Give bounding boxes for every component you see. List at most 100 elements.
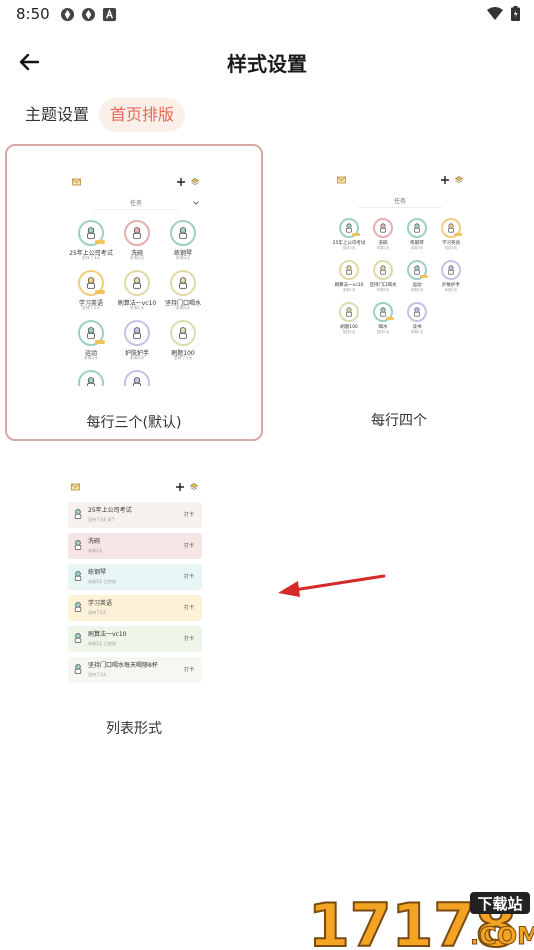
font-notification-icon bbox=[102, 7, 117, 22]
status-time: 8:50 bbox=[16, 5, 50, 23]
habit-icon bbox=[133, 277, 141, 289]
habit-icon bbox=[380, 223, 386, 233]
habit-icon-circle bbox=[441, 218, 462, 238]
list-item-icon bbox=[72, 508, 84, 520]
habit-item: 刷题100 坚持了1天 bbox=[160, 320, 206, 370]
list-item-icon bbox=[72, 632, 84, 644]
habit-icon-circle bbox=[339, 218, 360, 238]
habit-icon bbox=[448, 265, 454, 275]
habit-icon bbox=[179, 227, 187, 239]
habit-icon bbox=[346, 307, 352, 317]
habit-icon-circle bbox=[407, 218, 427, 238]
habit-icon-circle bbox=[407, 260, 428, 280]
habit-item: 读书 本周1天 bbox=[400, 302, 434, 344]
habit-icon bbox=[74, 602, 82, 612]
habit-item: 学习英语 坚持5天 bbox=[434, 218, 468, 260]
habit-icon bbox=[414, 307, 420, 317]
streak-badge bbox=[352, 232, 360, 236]
list-preview: 25年上公司考试 坚持了3天 8/7 打卡 洗碗 本周1天 打卡 练钢琴 本周3天 已完成 打卡… bbox=[68, 476, 202, 691]
app-notification-icon bbox=[81, 7, 96, 22]
pointer-arrow-annotation bbox=[278, 574, 386, 597]
plus-icon bbox=[177, 178, 185, 186]
habit-icon bbox=[414, 265, 420, 275]
battery-icon bbox=[511, 6, 520, 21]
list-item-name: 刷算法一vc10 bbox=[88, 631, 127, 638]
list-item-name: 练钢琴 bbox=[88, 569, 107, 576]
list-item-progress: 坚持了3天 bbox=[88, 672, 107, 677]
list-item-name: 学习英语 bbox=[88, 600, 113, 607]
habit-icon bbox=[179, 277, 187, 289]
habit-icon bbox=[87, 327, 95, 339]
plus-icon bbox=[441, 176, 449, 184]
list-item-name: 坚持门口喝水每天喝够8杯 bbox=[88, 662, 158, 669]
streak-badge bbox=[94, 339, 105, 344]
streak-badge bbox=[94, 289, 105, 294]
habit-icon bbox=[346, 223, 352, 233]
habit-item: 护肤护手 本周1天 bbox=[434, 260, 468, 302]
habit-progress: 本周3天 bbox=[175, 255, 191, 260]
list-item: 坚持门口喝水每天喝够8杯 坚持了3天 打卡 bbox=[68, 657, 202, 683]
layers-icon bbox=[455, 176, 463, 183]
habit-item bbox=[114, 370, 160, 386]
list-item: 练钢琴本周3天 已完成 打卡 bbox=[68, 564, 202, 590]
list-item-name: 25年上公司考试 bbox=[88, 507, 132, 514]
mail-icon bbox=[72, 178, 81, 186]
list-item-progress: 本周1天 已完成 bbox=[88, 641, 116, 646]
list-item-progress: 坚持了3天 8/7 bbox=[88, 517, 115, 522]
habit-item bbox=[68, 370, 114, 386]
streak-badge bbox=[454, 232, 462, 236]
mail-icon bbox=[337, 176, 346, 184]
list-item-punch-label: 打卡 bbox=[183, 636, 194, 642]
preview-selector: 任务 bbox=[358, 196, 442, 208]
habit-icon-circle bbox=[170, 270, 196, 296]
layers-icon bbox=[191, 178, 199, 185]
habit-progress: 坚持了1天 bbox=[173, 355, 193, 360]
layout-label-four: 每行四个 bbox=[371, 413, 427, 429]
layout-option-four-per-row[interactable]: 任务 25年上公司考试 坚持7天 洗碗 本周1天 练钢琴 本周3天 学习英语 坚持5天 刷算法一… bbox=[270, 144, 528, 441]
svg-text:.COM: .COM bbox=[470, 922, 534, 950]
habit-progress: 本周3天 bbox=[175, 305, 191, 310]
habit-icon bbox=[74, 664, 82, 674]
habit-item: 练钢琴 本周3天 bbox=[160, 220, 206, 270]
habit-progress: 本周1天 bbox=[444, 287, 458, 292]
habit-icon bbox=[179, 327, 187, 339]
habit-icon bbox=[380, 265, 386, 275]
four-per-row-preview: 任务 25年上公司考试 坚持7天 洗碗 本周1天 练钢琴 本周3天 学习英语 坚持5天 刷算法一… bbox=[330, 166, 470, 356]
page-title: 样式设置 bbox=[227, 52, 307, 76]
list-item-progress: 坚持了5天 bbox=[88, 610, 107, 615]
list-item-progress: 本周1天 bbox=[88, 548, 103, 553]
habit-item: 运动 本周1天 bbox=[400, 260, 434, 302]
list-item-punch-label: 打卡 bbox=[183, 574, 194, 580]
habit-item: 洗碗 本周1天 bbox=[366, 218, 400, 260]
list-item: 洗碗 本周1天 打卡 bbox=[68, 533, 202, 559]
layout-label-three: 每行三个(默认) bbox=[86, 415, 182, 431]
habit-item: 坚持门口喝水 本周3天 bbox=[366, 260, 400, 302]
habit-icon bbox=[74, 633, 82, 643]
habit-icon-circle bbox=[373, 260, 393, 280]
list-item: 学习英语 坚持了5天 打卡 bbox=[68, 595, 202, 621]
habit-icon-circle bbox=[124, 320, 150, 346]
habit-item: 学习英语 坚持了5天 bbox=[68, 270, 114, 320]
habit-icon bbox=[133, 327, 141, 339]
habit-progress: 本周1天 bbox=[410, 329, 424, 334]
habit-icon-circle bbox=[339, 302, 359, 322]
tab-home-layout[interactable]: 首页排版 bbox=[99, 98, 186, 132]
habit-icon bbox=[414, 223, 420, 233]
status-system-icons bbox=[487, 6, 520, 21]
layout-label-list: 列表形式 bbox=[106, 721, 162, 737]
layout-option-list[interactable]: 25年上公司考试 坚持了3天 8/7 打卡 洗碗 本周1天 打卡 练钢琴 本周3天 已完成 打卡… bbox=[5, 466, 263, 746]
preview-selector-label: 任务 bbox=[393, 198, 406, 205]
list-item-icon bbox=[72, 601, 84, 613]
preview-selector: 任务 bbox=[94, 198, 178, 210]
habit-icon-circle bbox=[78, 270, 105, 296]
list-item-icon bbox=[72, 539, 84, 551]
layout-option-three-per-row[interactable]: 任务 25年上公司考试 坚持了3天 洗碗 本周1天 练钢琴 本周3天 学习英语 坚持了5天 刷算… bbox=[5, 144, 263, 441]
habit-icon-circle bbox=[124, 220, 150, 246]
wifi-icon bbox=[487, 6, 503, 20]
chevron-down-icon bbox=[193, 201, 199, 205]
list-item-punch-label: 打卡 bbox=[183, 543, 194, 549]
list-item-progress: 本周3天 已完成 bbox=[88, 579, 116, 584]
tab-theme-settings[interactable]: 主题设置 bbox=[14, 98, 100, 132]
list-item: 刷算法一vc10 本周1天 已完成 打卡 bbox=[68, 626, 202, 652]
habit-icon-circle bbox=[124, 270, 150, 296]
